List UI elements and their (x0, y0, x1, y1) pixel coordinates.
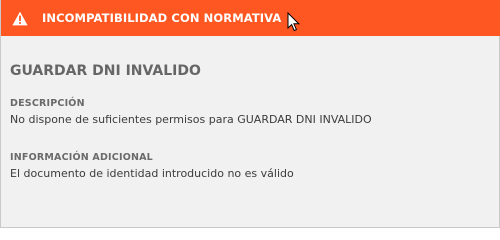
warning-icon (12, 11, 28, 25)
dialog-title: INCOMPATIBILIDAD CON NORMATIVA (42, 11, 282, 25)
additional-info-value: El documento de identidad introducido no… (10, 167, 294, 180)
dialog-heading: GUARDAR DNI INVALIDO (10, 63, 201, 79)
error-dialog: INCOMPATIBILIDAD CON NORMATIVA GUARDAR D… (0, 0, 500, 228)
dialog-content: GUARDAR DNI INVALIDO DESCRIPCIÓN No disp… (10, 62, 490, 180)
description-value: No dispone de suficientes permisos para … (10, 113, 372, 126)
additional-info-label: INFORMACIÓN ADICIONAL (10, 152, 153, 163)
description-label: DESCRIPCIÓN (10, 98, 85, 109)
additional-info-field: INFORMACIÓN ADICIONAL El documento de id… (10, 152, 294, 181)
mouse-cursor-icon (287, 12, 300, 32)
description-field: DESCRIPCIÓN No dispone de suficientes pe… (10, 98, 372, 127)
dialog-titlebar: INCOMPATIBILIDAD CON NORMATIVA (1, 0, 500, 36)
